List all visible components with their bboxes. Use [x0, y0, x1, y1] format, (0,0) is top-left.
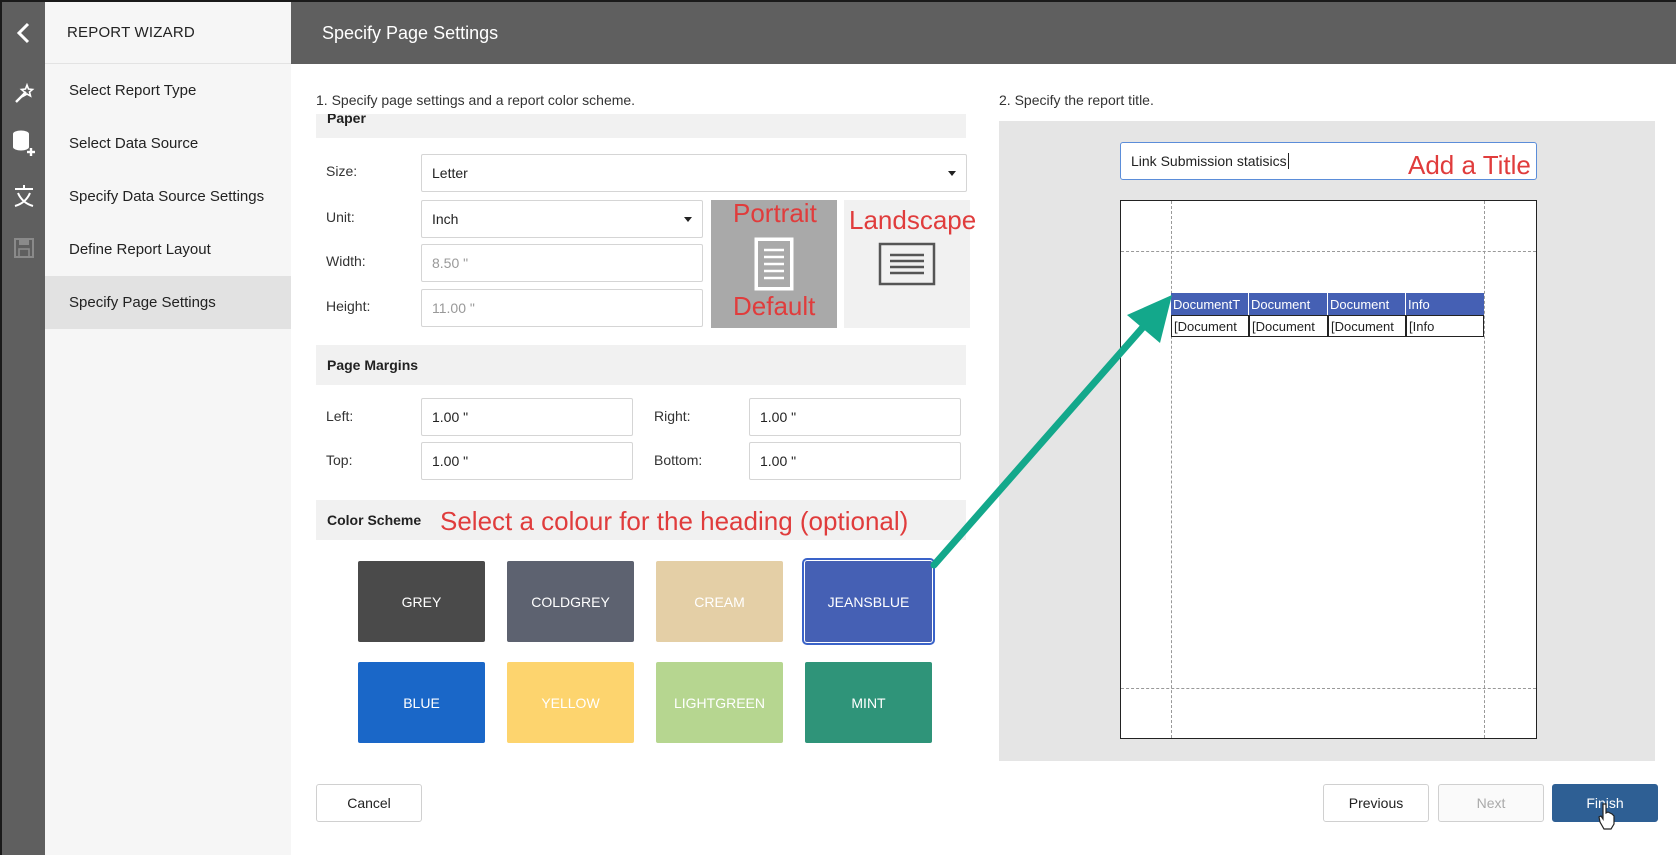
right-margin-guide [1484, 201, 1485, 738]
size-value: Letter [432, 165, 468, 181]
annotation-default: Default [733, 291, 816, 321]
top-margin-guide [1121, 251, 1536, 252]
swatch-grey[interactable]: GREY [358, 561, 485, 642]
unit-dropdown[interactable]: Inch [421, 200, 703, 238]
color-scheme-title: Color Scheme [327, 512, 422, 528]
table-detail-cell: [Info [1406, 315, 1484, 337]
annotation-portrait: Portrait [733, 198, 817, 228]
height-field: 11.00 " [421, 289, 703, 327]
magic-wand-icon[interactable] [2, 74, 45, 114]
height-label: Height: [326, 298, 371, 314]
left-margin-label: Left: [326, 408, 354, 424]
table-header-cell: DocumentT [1171, 293, 1249, 315]
bottom-margin-guide [1121, 688, 1536, 689]
portrait-page-icon [754, 237, 794, 291]
annotation-add-title: Add a Title [1408, 150, 1531, 180]
table-header-cell: Document [1249, 293, 1328, 315]
app-window: REPORT WIZARD Select Report Type Select … [0, 0, 1676, 855]
swatch-lightgreen[interactable]: LIGHTGREEN [656, 662, 783, 743]
report-title-value: Link Submission statisics [1131, 153, 1287, 169]
save-icon [2, 228, 45, 268]
top-margin-input[interactable]: 1.00 " [421, 442, 633, 480]
chevron-down-icon [684, 217, 692, 222]
paper-section-header: Paper [316, 114, 966, 138]
cancel-button[interactable]: Cancel [316, 784, 422, 822]
previous-button[interactable]: Previous [1323, 784, 1429, 822]
width-label: Width: [326, 253, 366, 269]
sidebar-item-select-report-type[interactable]: Select Report Type [45, 64, 291, 117]
bottom-margin-label: Bottom: [654, 452, 703, 468]
tool-icon-bar [2, 2, 45, 855]
page-margins-title: Page Margins [327, 357, 419, 373]
size-dropdown[interactable]: Letter [421, 154, 967, 192]
table-header-cell: Document [1328, 293, 1406, 315]
sidebar-item-select-data-source[interactable]: Select Data Source [45, 117, 291, 170]
sidebar-item-specify-page-settings[interactable]: Specify Page Settings [45, 276, 303, 329]
swatch-jeansblue[interactable]: JEANSBLUE [802, 558, 935, 645]
text-cursor [1287, 153, 1289, 169]
annotation-landscape: Landscape [849, 205, 977, 235]
hand-cursor-icon [1598, 803, 1615, 830]
swatch-cream[interactable]: CREAM [656, 561, 783, 642]
table-detail-cell: [Document [1171, 315, 1249, 337]
swatch-mint[interactable]: MINT [805, 662, 932, 743]
unit-value: Inch [432, 211, 459, 227]
annotation-arrow [930, 295, 1172, 569]
step1-label: 1. Specify page settings and a report co… [316, 92, 636, 108]
chevron-down-icon [948, 171, 956, 176]
left-margin-input[interactable]: 1.00 " [421, 398, 633, 436]
swatch-coldgrey[interactable]: COLDGREY [507, 561, 634, 642]
size-label: Size: [326, 163, 358, 179]
report-page-preview: DocumentT Document Document Info [Docume… [1120, 200, 1537, 739]
next-button[interactable]: Next [1438, 784, 1544, 822]
paper-section-title: Paper [327, 114, 366, 126]
table-header-cell: Info [1406, 293, 1484, 315]
landscape-page-icon [878, 242, 936, 286]
wizard-title: REPORT WIZARD [45, 2, 291, 64]
annotation-select-colour: Select a colour for the heading (optiona… [440, 506, 909, 536]
unit-label: Unit: [326, 209, 355, 225]
swatch-yellow[interactable]: YELLOW [507, 662, 634, 743]
width-field: 8.50 " [421, 244, 703, 282]
table-detail-cell: [Document [1249, 315, 1328, 337]
back-arrow-icon[interactable] [2, 2, 45, 64]
sidebar-item-specify-data-source-settings[interactable]: Specify Data Source Settings [45, 170, 291, 223]
wizard-sidebar: REPORT WIZARD Select Report Type Select … [45, 2, 303, 855]
right-margin-label: Right: [654, 408, 691, 424]
page-title: Specify Page Settings [291, 2, 1676, 64]
sidebar-item-define-report-layout[interactable]: Define Report Layout [45, 223, 291, 276]
add-data-source-icon[interactable] [2, 122, 45, 162]
localization-icon[interactable] [2, 176, 45, 216]
top-margin-label: Top: [326, 452, 353, 468]
step2-label: 2. Specify the report title. [999, 92, 1154, 108]
table-detail-cell: [Document [1328, 315, 1406, 337]
page-margins-section-header: Page Margins [316, 345, 966, 385]
swatch-blue[interactable]: BLUE [358, 662, 485, 743]
